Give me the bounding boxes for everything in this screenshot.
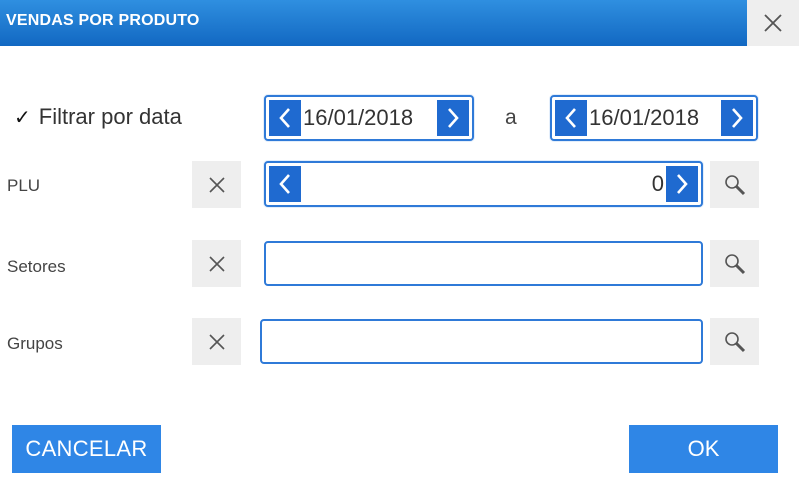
cancel-button[interactable]: CANCELAR [12,425,161,473]
grupos-clear-button[interactable] [192,318,241,365]
from-date-value: 16/01/2018 [303,105,414,130]
plu-spinner[interactable]: 0 [264,161,703,207]
plu-next-button[interactable] [666,166,698,202]
to-date-prev-button[interactable] [555,100,587,136]
date-filter-checkbox[interactable]: ✓ Filtrar por data [14,104,182,130]
search-icon [724,174,745,195]
grupos-label: Grupos [7,334,63,353]
close-icon [208,333,225,350]
title-bar: VENDAS POR PRODUTO [0,0,747,46]
chevron-right-icon [732,108,743,128]
plu-label: PLU [7,176,41,195]
ok-button[interactable]: OK [629,425,778,473]
setores-label: Setores [7,257,66,276]
plu-search-button[interactable] [710,161,759,208]
date-filter-label: Filtrar por data [38,104,182,129]
close-icon [208,255,225,272]
chevron-right-icon [677,174,688,194]
close-icon [208,176,225,193]
to-date-next-button[interactable] [721,100,753,136]
grupos-search-button[interactable] [710,318,759,365]
date-range-separator: a [505,106,517,129]
chevron-left-icon [279,174,290,194]
chevron-left-icon [565,108,576,128]
setores-clear-button[interactable] [192,240,241,287]
window-title: VENDAS POR PRODUTO [6,12,200,29]
search-icon [724,253,745,274]
checkmark-icon: ✓ [14,106,31,129]
plu-clear-button[interactable] [192,161,241,208]
close-button[interactable] [747,0,799,46]
setores-search-button[interactable] [710,240,759,287]
chevron-left-icon [279,108,290,128]
from-date-prev-button[interactable] [269,100,301,136]
chevron-right-icon [448,108,459,128]
plu-value: 0 [651,171,664,196]
to-date-value: 16/01/2018 [589,105,700,130]
plu-prev-button[interactable] [269,166,301,202]
to-date-spinner[interactable]: 16/01/2018 [550,95,758,141]
from-date-next-button[interactable] [437,100,469,136]
setores-input[interactable] [264,241,703,286]
from-date-spinner[interactable]: 16/01/2018 [264,95,474,141]
grupos-input[interactable] [260,319,703,364]
search-icon [724,331,745,352]
close-icon [764,14,782,32]
